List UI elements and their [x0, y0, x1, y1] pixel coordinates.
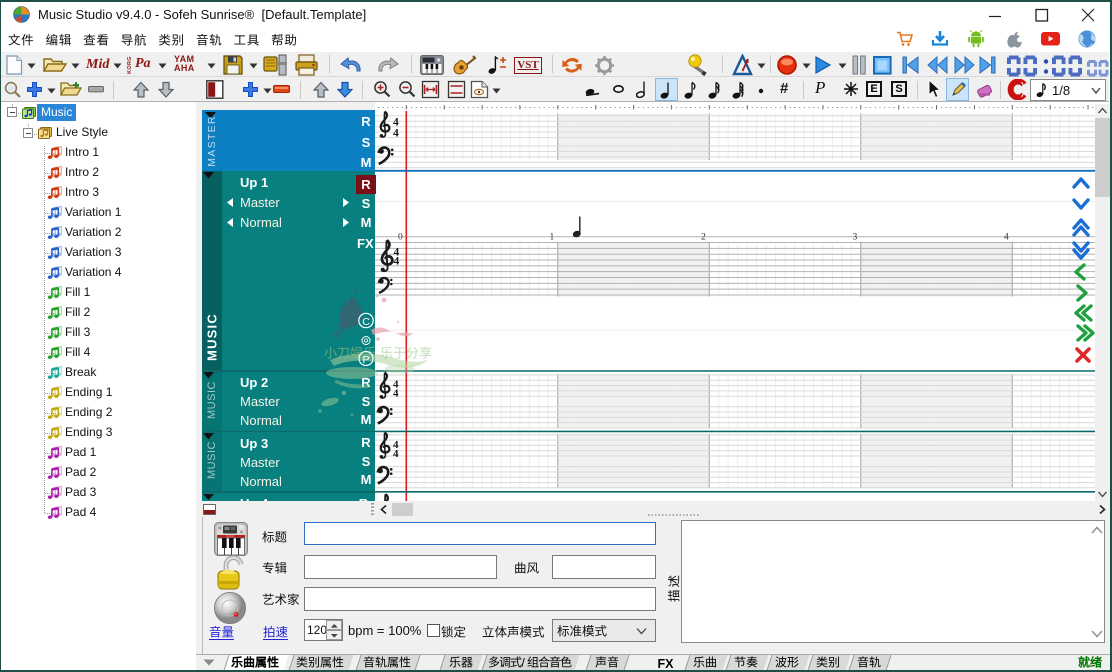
- svg-text:1: 1: [550, 233, 555, 243]
- svg-text:2: 2: [701, 233, 706, 243]
- svg-text:4: 4: [394, 256, 400, 268]
- svg-text:4: 4: [393, 128, 399, 140]
- svg-text:3: 3: [853, 233, 858, 243]
- svg-text:0: 0: [398, 233, 403, 243]
- svg-text:4: 4: [393, 448, 399, 460]
- svg-text:4: 4: [1004, 233, 1009, 243]
- svg-text:4: 4: [393, 388, 399, 400]
